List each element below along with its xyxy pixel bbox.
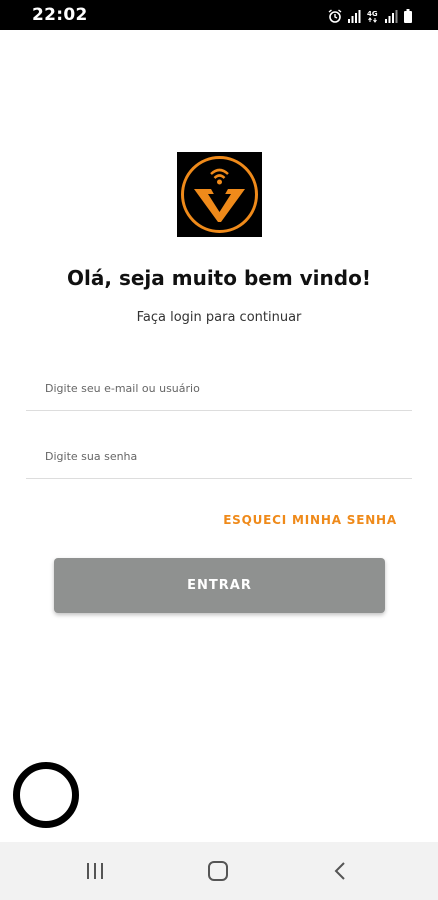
system-nav-bar (0, 842, 438, 900)
email-field-container (26, 366, 412, 411)
status-time: 22:02 (32, 5, 88, 25)
password-field[interactable] (45, 434, 395, 478)
status-bar: 22:02 4G (0, 0, 438, 30)
enter-button[interactable]: ENTRAR (54, 558, 385, 613)
pin-v-logo-icon (177, 152, 262, 237)
battery-icon (404, 9, 412, 23)
recent-apps-button[interactable] (65, 842, 125, 900)
svg-text:4G: 4G (367, 10, 378, 18)
welcome-title: Olá, seja muito bem vindo! (67, 266, 371, 290)
recent-apps-icon (87, 863, 103, 879)
login-subtitle: Faça login para continuar (136, 310, 302, 325)
forgot-password-link[interactable]: ESQUECI MINHA SENHA (223, 513, 397, 527)
4g-icon: 4G (367, 9, 379, 23)
back-icon (334, 862, 345, 880)
signal-icon (348, 10, 361, 23)
alarm-icon (328, 9, 342, 23)
home-icon (208, 861, 228, 881)
status-icons: 4G (328, 7, 412, 23)
app-logo (177, 152, 262, 237)
floating-assistant-button[interactable] (13, 762, 79, 828)
signal-icon (385, 10, 398, 23)
home-button[interactable] (188, 842, 248, 900)
password-field-container (26, 434, 412, 479)
email-field[interactable] (45, 366, 395, 410)
back-button[interactable] (310, 842, 370, 900)
